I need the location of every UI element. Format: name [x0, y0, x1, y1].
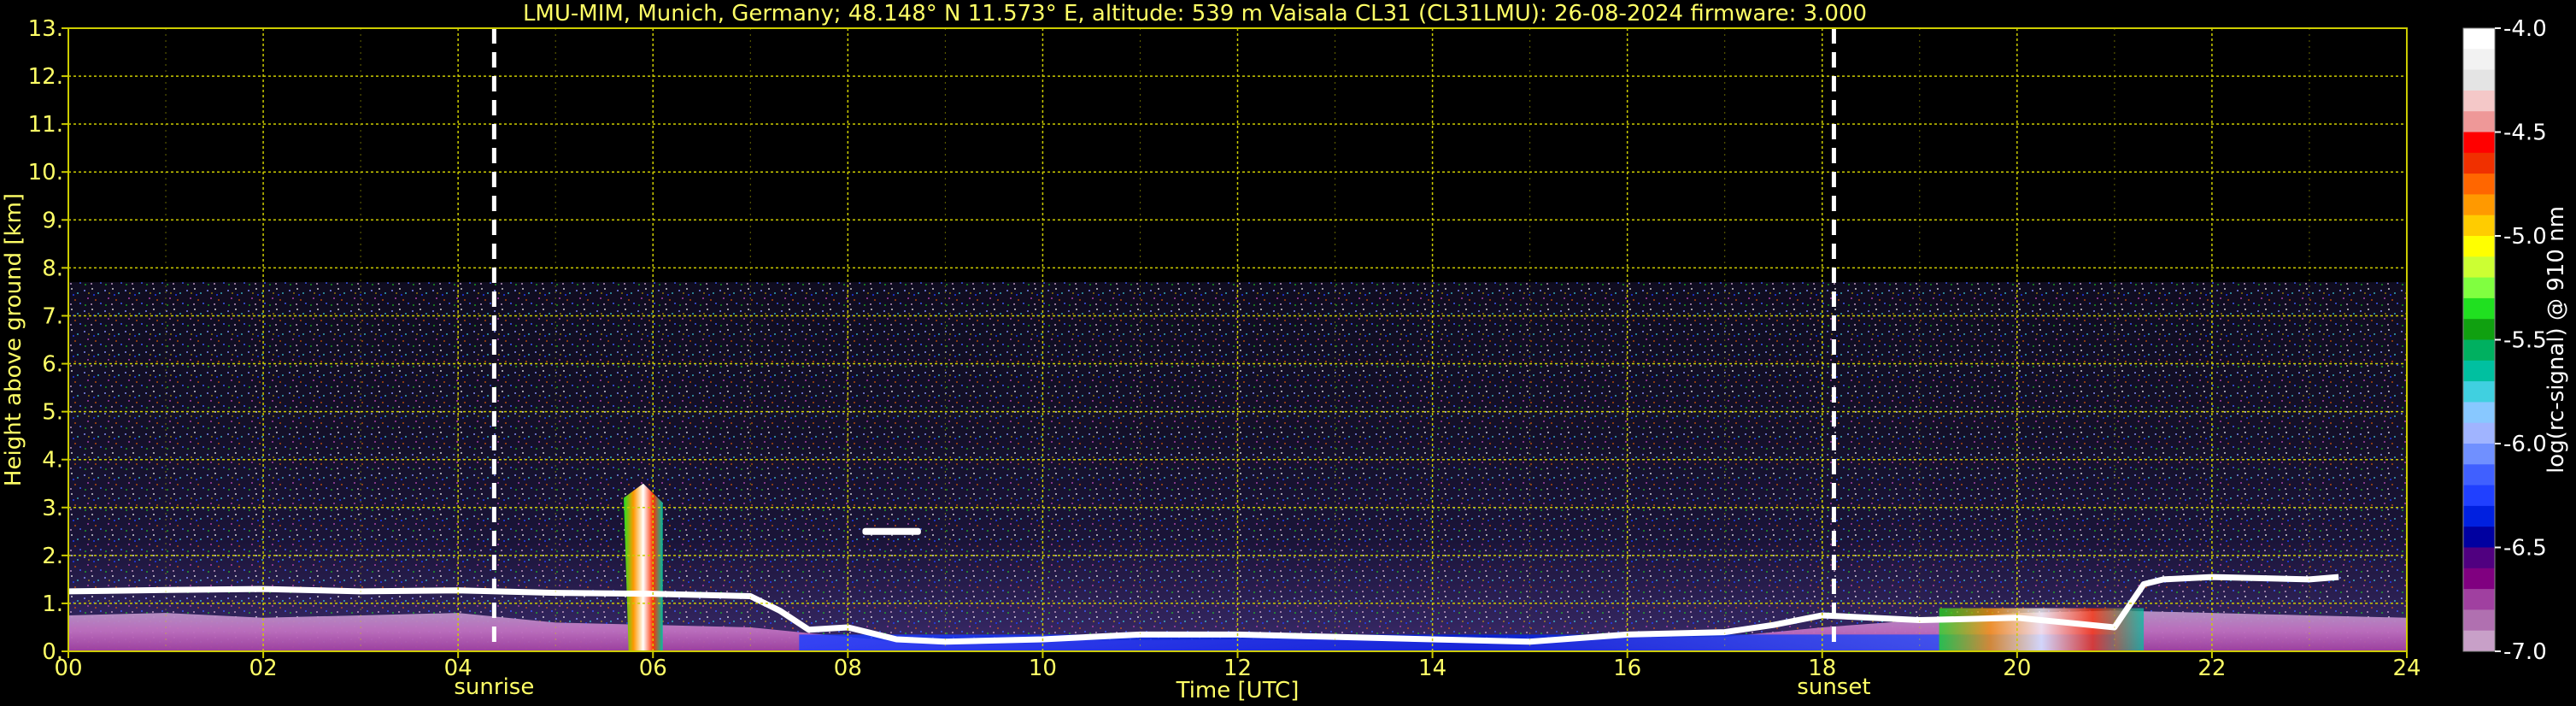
x-tick-label: 20 [2003, 656, 2031, 681]
y-tick-label: 7. [42, 303, 63, 329]
y-tick-label: 4. [42, 448, 63, 474]
x-tick-label: 04 [444, 656, 472, 681]
colorbar-segment [2463, 505, 2495, 527]
colorbar-segment [2463, 485, 2495, 507]
colorbar-segment [2463, 547, 2495, 569]
y-tick-label: 11. [28, 112, 63, 138]
colorbar-segment [2463, 111, 2495, 132]
x-tick-label: 14 [1418, 656, 1446, 681]
colorbar-segment [2463, 381, 2495, 403]
y-tick-label: 0. [42, 639, 63, 665]
small-cloud [862, 527, 921, 535]
colorbar-segment [2463, 49, 2495, 71]
colorbar-segment [2463, 152, 2495, 174]
y-tick-label: 5. [42, 400, 63, 426]
x-tick-label: 22 [2198, 656, 2226, 681]
x-tick-label: 08 [834, 656, 862, 681]
colorbar-segment [2463, 630, 2495, 652]
colorbar-segment [2463, 194, 2495, 216]
colorbar-tick-label: -7.0 [2503, 639, 2547, 665]
colorbar-segment [2463, 422, 2495, 444]
x-tick-label: 02 [249, 656, 278, 681]
x-tick-label: 06 [639, 656, 667, 681]
colorbar-segment [2463, 277, 2495, 299]
convective-plume [624, 483, 663, 651]
colorbar-segment [2463, 444, 2495, 465]
colorbar-segment [2463, 174, 2495, 195]
colorbar-segment [2463, 360, 2495, 382]
ceilometer-chart: sunrise sunset00 02 04 06 08 10 12 14 16 18 20 22 240… [1, 1, 2569, 703]
y-axis-label: Height above ground [km] [1, 193, 26, 486]
colorbar-tick-label: -6.5 [2503, 536, 2547, 562]
x-axis-label: Time [UTC] [1176, 678, 1300, 703]
colorbar-tick-label: -5.0 [2503, 224, 2547, 250]
colorbar-tick-label: -4.0 [2503, 16, 2547, 42]
x-tick-label: 24 [2392, 656, 2421, 681]
colorbar-segment [2463, 609, 2495, 632]
colorbar-segment [2463, 28, 2495, 50]
colorbar-segment [2463, 236, 2495, 257]
colorbar: -4.0 -4.5 -5.0 -5.5 -6.0 -6.5 -7.0 [2462, 16, 2547, 665]
colorbar-segment [2463, 132, 2495, 154]
y-tick-label: 10. [28, 160, 63, 185]
y-tick-label: 13. [28, 16, 63, 42]
y-tick-label: 2. [42, 544, 63, 569]
colorbar-tick-label: -4.5 [2503, 121, 2547, 146]
colorbar-segment [2463, 339, 2495, 362]
colorbar-segment [2463, 297, 2495, 320]
colorbar-segment [2463, 568, 2495, 590]
y-tick-label: 6. [42, 352, 63, 378]
colorbar-segment [2463, 319, 2495, 340]
y-tick-label: 1. [42, 591, 63, 617]
colorbar-label: log(rc-signal) @ 910 nm [2544, 206, 2569, 474]
y-tick-label: 8. [42, 256, 63, 281]
y-tick-label: 3. [42, 496, 63, 521]
chart-title: LMU-MIM, Munich, Germany; 48.148° N 11.5… [523, 1, 1867, 26]
y-tick-label: 9. [42, 208, 63, 233]
x-tick-label: 16 [1613, 656, 1641, 681]
colorbar-segment [2463, 215, 2495, 237]
colorbar-tick-label: -6.0 [2503, 432, 2547, 457]
x-tick-label: 10 [1029, 656, 1057, 681]
x-tick-label: 18 [1808, 656, 1836, 681]
colorbar-segment [2463, 69, 2495, 91]
colorbar-segment [2463, 402, 2495, 424]
colorbar-segment [2463, 589, 2495, 610]
colorbar-tick-label: -5.5 [2503, 328, 2547, 354]
colorbar-segment [2463, 464, 2495, 486]
colorbar-segment [2463, 90, 2495, 112]
y-tick-label: 12. [28, 64, 63, 90]
colorbar-segment [2463, 527, 2495, 548]
colorbar-segment [2463, 256, 2495, 279]
